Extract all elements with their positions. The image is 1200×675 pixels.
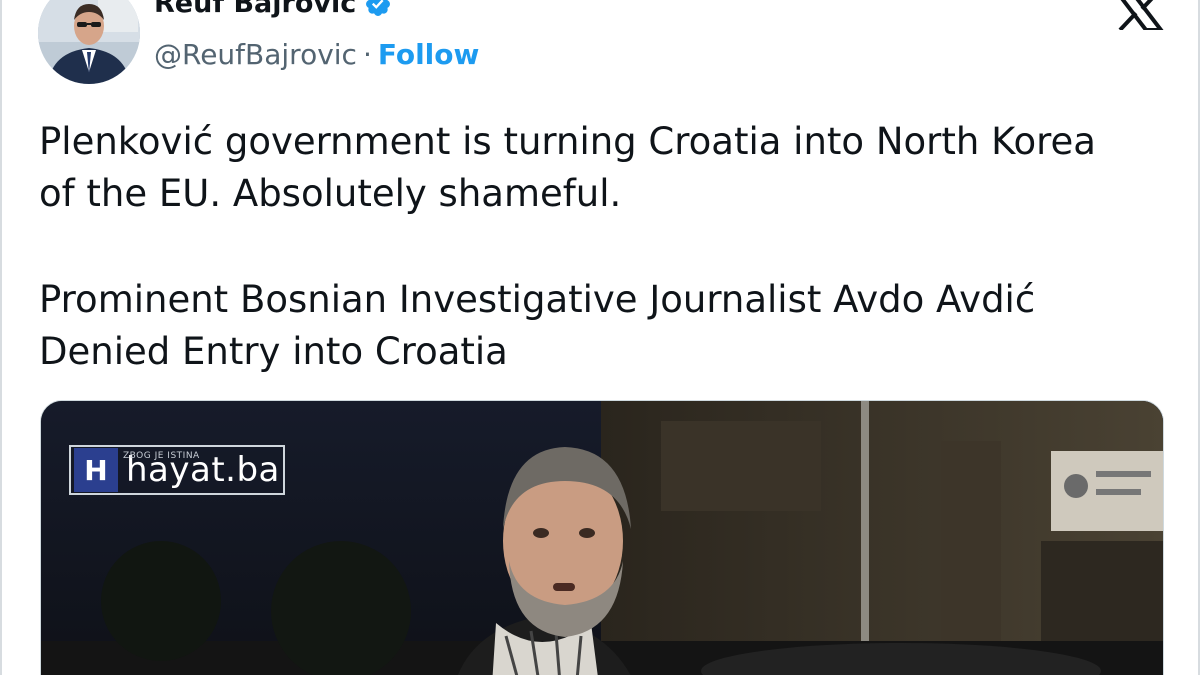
follow-button[interactable]: Follow	[378, 38, 480, 71]
video-frame-image	[41, 401, 1163, 675]
handle-row: @ReufBajrovic · Follow	[154, 38, 479, 71]
tweet-text-line: Plenković government is turning Croatia …	[39, 120, 1096, 163]
tweet-text-line: of the EU. Absolutely shameful.	[39, 172, 622, 215]
separator-dot: ·	[362, 38, 372, 71]
watermark-small-text: ZBOG JE ISTINA	[123, 451, 200, 461]
author-name-row[interactable]: Reuf Bajrovic	[154, 0, 392, 19]
verified-badge-icon	[366, 0, 391, 16]
tweet-text: Plenković government is turning Croatia …	[39, 116, 1169, 378]
avatar[interactable]	[38, 0, 140, 84]
x-logo-icon[interactable]	[1114, 0, 1164, 30]
tweet-media-video[interactable]: H hayat.ba ZBOG JE ISTINA	[40, 400, 1164, 675]
author-handle[interactable]: @ReufBajrovic	[154, 38, 357, 71]
watermark-badge: H	[74, 448, 118, 492]
tweet-text-line: Prominent Bosnian Investigative Journali…	[39, 278, 1036, 321]
author-name[interactable]: Reuf Bajrovic	[154, 0, 356, 19]
tweet-text-line: Denied Entry into Croatia	[39, 330, 508, 373]
tweet-card: Reuf Bajrovic @ReufBajrovic · Follow Ple…	[0, 0, 1200, 675]
